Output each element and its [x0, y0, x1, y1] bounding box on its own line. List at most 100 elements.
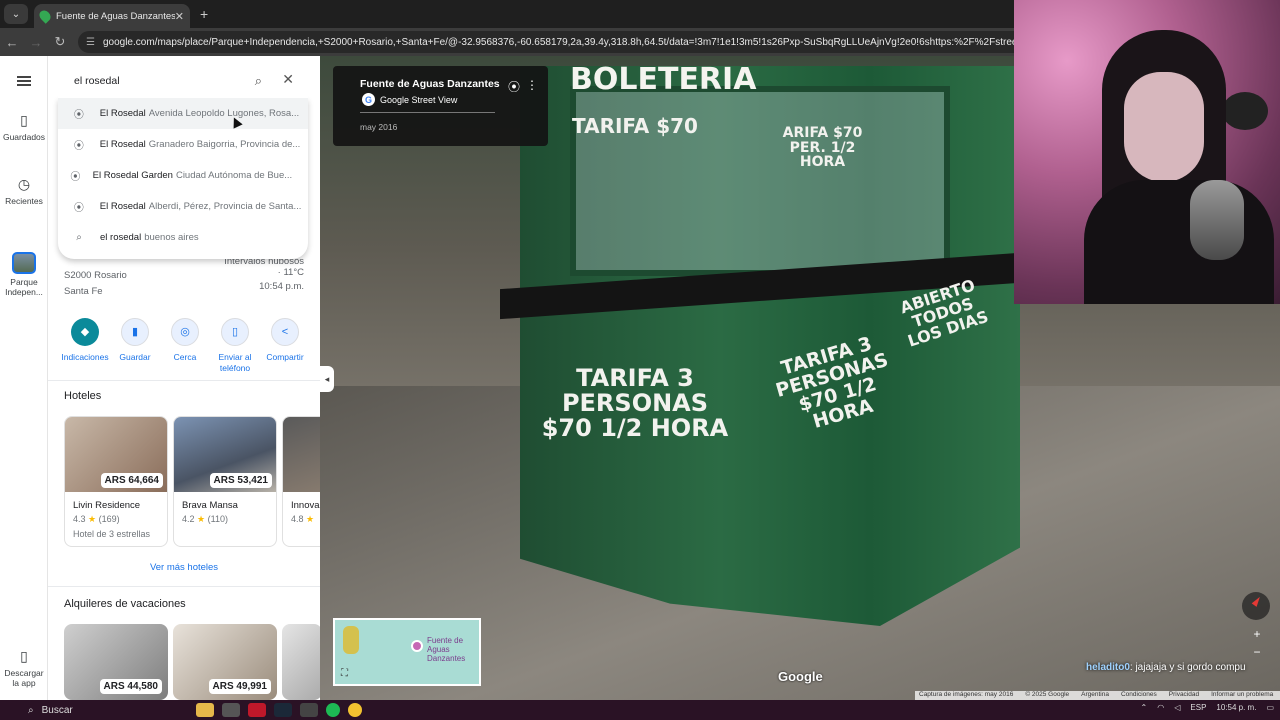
- rail-recent-label: Recientes: [5, 196, 43, 206]
- wifi-icon[interactable]: ◠: [1157, 703, 1164, 712]
- suggestion-item[interactable]: ⦿ El Rosedal Avenida Leopoldo Lugones, R…: [58, 98, 308, 129]
- pegman-icon[interactable]: [343, 626, 359, 654]
- suggestion-item[interactable]: ⦿ El Rosedal Alberdi, Pérez, Provincia d…: [58, 191, 308, 222]
- sv-date[interactable]: may 2016: [360, 122, 397, 132]
- street-view-info-card: Fuente de Aguas Danzantes G Google Stree…: [333, 66, 548, 146]
- region-link[interactable]: Argentina: [1081, 691, 1109, 700]
- hotel-name: Livin Residence: [73, 500, 141, 511]
- recent-place-thumbnail: [12, 252, 36, 274]
- new-tab-button[interactable]: +: [200, 6, 208, 22]
- hotel-rating: 4.3 ★ (169): [73, 514, 120, 524]
- search-box[interactable]: el rosedal ⌕ ✕: [58, 64, 308, 98]
- notification-icon[interactable]: ▭: [1266, 703, 1274, 712]
- input-language[interactable]: ESP: [1190, 703, 1206, 712]
- streamer-face: [1124, 72, 1204, 182]
- zoom-out-button[interactable]: −: [1247, 645, 1267, 663]
- nearby-button[interactable]: ◎ Cerca: [160, 318, 210, 374]
- hotel-photo: ARS 64,664: [65, 417, 167, 492]
- clock[interactable]: 10:54 p. m.: [1216, 703, 1256, 712]
- kiosk-sign: BOLETERIA: [570, 62, 757, 97]
- search-icon[interactable]: ⌕: [255, 73, 262, 89]
- google-logo: Google: [778, 669, 823, 684]
- rail-saved[interactable]: ▯ Guardados: [0, 112, 48, 142]
- url-text: google.com/maps/place/Parque+Independenc…: [102, 36, 1100, 48]
- maps-left-rail: ▯ Guardados ◷ Recientes Parque Indepen..…: [0, 56, 48, 700]
- expand-icon[interactable]: ⛶: [341, 668, 348, 679]
- more-hotels-link[interactable]: Ver más hoteles: [48, 562, 320, 573]
- vacation-card[interactable]: [282, 624, 320, 700]
- rail-download-app[interactable]: ▯ Descargar la app: [0, 648, 48, 688]
- vacation-price: ARS 49,991: [208, 679, 271, 694]
- taskbar-search[interactable]: ⌕ Buscar: [28, 702, 188, 718]
- hotels-title: Hoteles: [64, 390, 102, 402]
- file-explorer-icon[interactable]: [196, 703, 214, 717]
- hotel-name: Innova: [291, 500, 320, 511]
- location-pin-icon[interactable]: ⦿: [508, 78, 520, 95]
- hotel-card[interactable]: Innova 4.8 ★: [282, 416, 320, 547]
- tray-chevron-icon[interactable]: ⌃: [1141, 703, 1148, 712]
- directions-button[interactable]: ◆ Indicaciones: [60, 318, 110, 374]
- location-pin-icon: ⦿: [70, 172, 81, 183]
- collapse-panel-button[interactable]: ◂: [320, 366, 334, 392]
- directions-icon: ◆: [71, 318, 99, 346]
- rail-recent[interactable]: ◷ Recientes: [0, 176, 48, 206]
- tab-close-icon[interactable]: ✕: [175, 10, 184, 23]
- suggestion-name: El Rosedal: [99, 139, 146, 150]
- close-icon[interactable]: ✕: [282, 71, 294, 88]
- send-to-phone-button[interactable]: ▯ Enviar al teléfono: [210, 318, 260, 374]
- zoom-in-button[interactable]: +: [1247, 627, 1267, 645]
- suggestion-item[interactable]: ⦿ El Rosedal Granadero Baigorria, Provin…: [58, 129, 308, 160]
- sv-place-title[interactable]: Fuente de Aguas Danzantes: [360, 78, 500, 90]
- save-button[interactable]: ▮ Guardar: [110, 318, 160, 374]
- spotify-icon[interactable]: [326, 703, 340, 717]
- system-tray: ⌃ ◠ ◁ ESP 10:54 p. m. ▭: [1141, 703, 1274, 712]
- query-suggestion-item[interactable]: ⌕ el rosedal buenos aires: [58, 222, 308, 253]
- app-icon[interactable]: [248, 703, 266, 717]
- rail-recent-place-label: Parque Indepen...: [5, 277, 43, 297]
- share-button[interactable]: < Compartir: [260, 318, 310, 374]
- search-input[interactable]: el rosedal: [74, 75, 120, 87]
- hotel-name: Brava Mansa: [182, 500, 238, 511]
- vacation-card[interactable]: ARS 44,580: [64, 624, 168, 700]
- compass-icon[interactable]: [1242, 592, 1270, 620]
- obs-icon[interactable]: [222, 703, 240, 717]
- steam-icon[interactable]: [274, 703, 292, 717]
- hotel-rating: 4.8 ★: [291, 514, 315, 524]
- suggestion-item[interactable]: ⦿ El Rosedal Garden Ciudad Autónoma de B…: [58, 160, 308, 191]
- phone-icon: ▯: [20, 648, 28, 664]
- more-options-icon[interactable]: ⋮: [526, 78, 538, 92]
- bookmark-icon: ▮: [121, 318, 149, 346]
- location-pin-icon: ⦿: [73, 110, 84, 121]
- action-label: Compartir: [266, 352, 304, 362]
- query-suggestion-bold: el rosedal: [100, 232, 142, 243]
- place-marker-icon: [411, 640, 423, 652]
- place-side-panel: el rosedal ⌕ ✕ ⦿ El Rosedal Avenida Leop…: [48, 56, 320, 700]
- chrome-icon[interactable]: [348, 703, 362, 717]
- privacy-link[interactable]: Privacidad: [1169, 691, 1199, 700]
- menu-icon[interactable]: [17, 76, 31, 86]
- chat-text: : jajajaja y si gordo compu: [1129, 662, 1246, 673]
- forward-arrow-icon[interactable]: →: [24, 35, 48, 50]
- hotel-card[interactable]: ARS 53,421 Brava Mansa 4.2 ★ (110): [173, 416, 277, 547]
- back-arrow-icon[interactable]: ←: [0, 35, 24, 50]
- site-info-icon[interactable]: ☰: [86, 37, 95, 48]
- app-icon[interactable]: [300, 703, 318, 717]
- hotel-card[interactable]: ARS 64,664 Livin Residence 4.3 ★ (169) H…: [64, 416, 168, 547]
- vacation-card[interactable]: ARS 49,991: [173, 624, 277, 700]
- report-link[interactable]: Informar un problema: [1211, 691, 1273, 700]
- weather-temperature: · 11°C: [277, 267, 304, 278]
- hotel-price: ARS 53,421: [209, 473, 272, 488]
- reload-icon[interactable]: ↻: [48, 34, 72, 50]
- vacation-rentals-title: Alquileres de vacaciones: [64, 598, 186, 610]
- browser-tab[interactable]: Fuente de Aguas Danzantes - G ✕: [34, 4, 190, 28]
- mini-map[interactable]: Fuente de Aguas Danzantes ⛶: [333, 618, 481, 686]
- star-icon: ★: [197, 514, 206, 524]
- rail-recent-place[interactable]: Parque Indepen...: [0, 252, 48, 297]
- action-label: Cerca: [173, 352, 197, 362]
- volume-icon[interactable]: ◁: [1174, 703, 1180, 712]
- bookmark-icon: ▯: [20, 112, 28, 128]
- tab-search-button[interactable]: ⌄: [4, 4, 28, 24]
- terms-link[interactable]: Condiciones: [1121, 691, 1157, 700]
- hotel-photo: [283, 417, 320, 492]
- zoom-controls: + −: [1247, 627, 1267, 663]
